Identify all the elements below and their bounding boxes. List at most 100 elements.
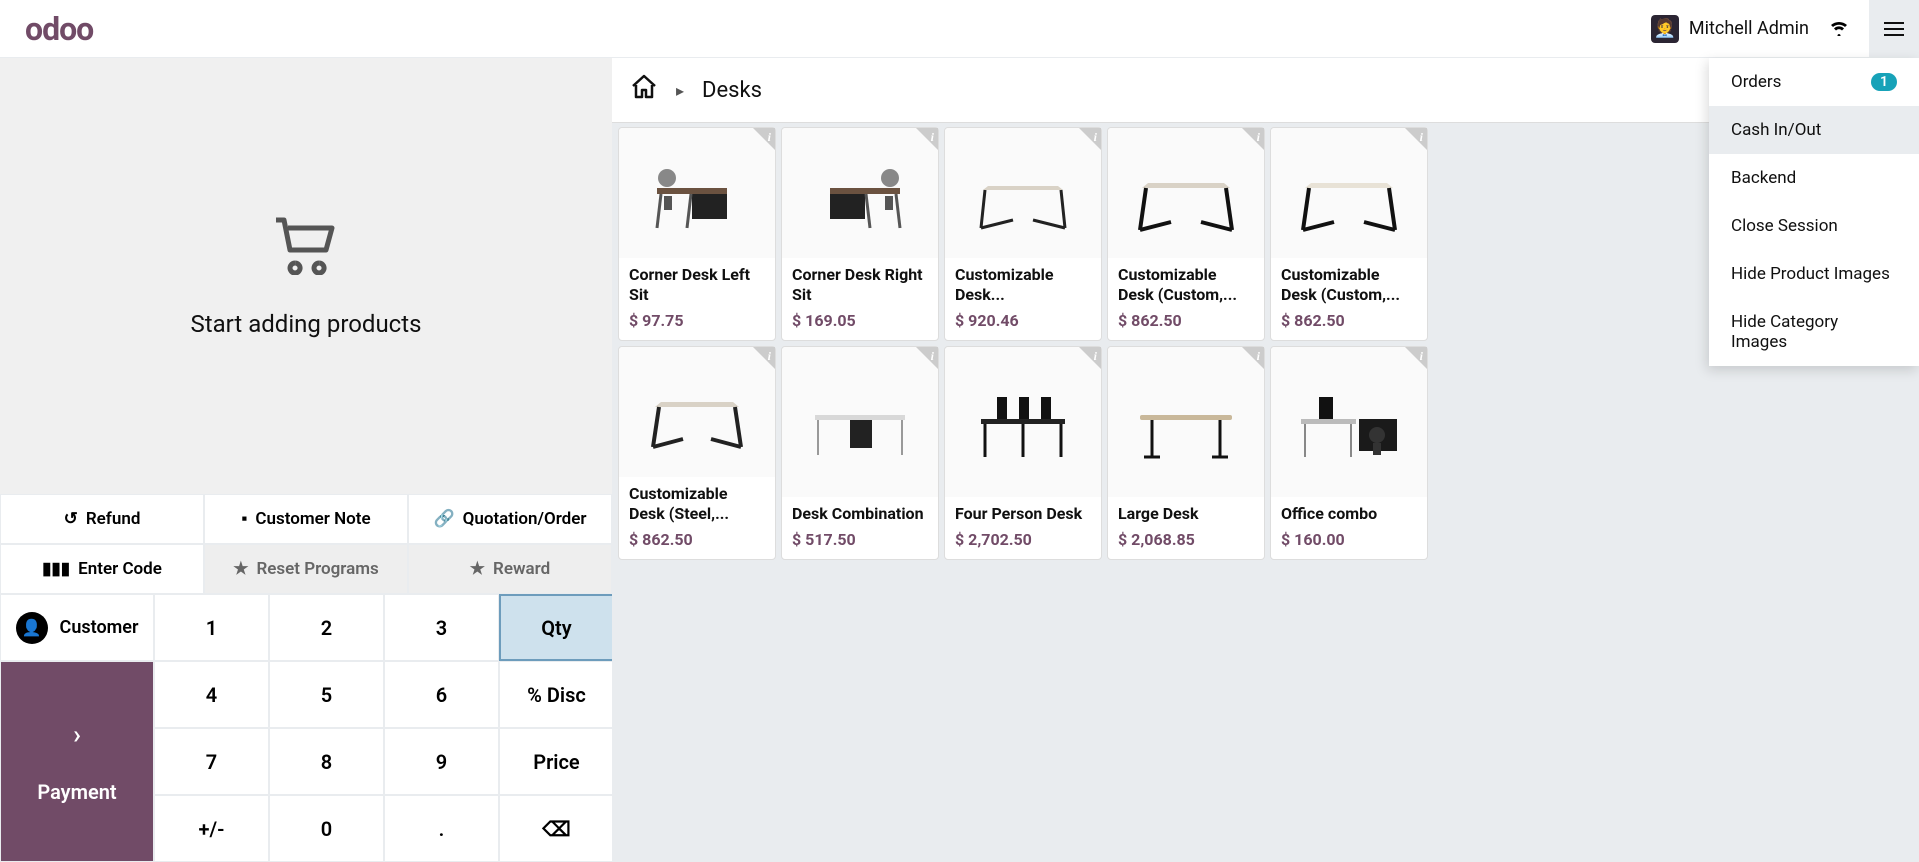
product-image — [1271, 128, 1427, 258]
product-name: Corner Desk Right Sit — [792, 265, 928, 305]
info-corner[interactable] — [1242, 128, 1264, 150]
product-card[interactable]: i Customizable Desk (Custom,... $ 862.50 — [1270, 127, 1428, 341]
product-card[interactable]: iCorner Desk Left Sit$ 97.75 — [618, 127, 776, 341]
star-icon: ★ — [470, 559, 485, 579]
payment-button[interactable]: › Payment — [0, 661, 154, 862]
numpad-5[interactable]: 5 — [269, 661, 384, 728]
menu-orders[interactable]: Orders 1 — [1709, 58, 1919, 106]
user-icon: 👤 — [16, 612, 48, 644]
product-price: $ 160.00 — [1281, 530, 1417, 549]
numpad-0[interactable]: 0 — [269, 795, 384, 862]
action-row-2: ▮▮▮Enter Code ★Reset Programs ★Reward — [0, 544, 612, 594]
menu-hide-product-images[interactable]: Hide Product Images — [1709, 250, 1919, 298]
disc-button[interactable]: % Disc — [499, 661, 614, 728]
link-icon: 🔗 — [433, 509, 454, 529]
info-icon[interactable]: i — [931, 130, 934, 145]
breadcrumb-category[interactable]: Desks — [702, 78, 762, 103]
info-icon[interactable]: i — [1257, 130, 1260, 145]
info-icon[interactable]: i — [1094, 349, 1097, 364]
product-image — [945, 128, 1101, 258]
info-icon[interactable]: i — [768, 130, 771, 145]
product-name: Corner Desk Left Sit — [629, 265, 765, 305]
numpad-dot[interactable]: . — [384, 795, 499, 862]
info-corner[interactable] — [1079, 128, 1101, 150]
product-card[interactable]: iOffice combo$ 160.00 — [1270, 346, 1428, 560]
numpad-3[interactable]: 3 — [384, 594, 499, 661]
reset-programs-button[interactable]: ★Reset Programs — [204, 544, 408, 594]
info-corner[interactable] — [753, 347, 775, 369]
home-icon[interactable] — [630, 74, 658, 107]
numeric-grid: 👤Customer 1 2 3 Qty › Payment 4 5 6 % Di… — [0, 594, 612, 862]
product-image — [782, 347, 938, 497]
info-icon[interactable]: i — [1420, 130, 1423, 145]
product-name: Customizable Desk (Steel,... — [629, 484, 765, 524]
info-corner[interactable] — [916, 128, 938, 150]
product-name: Desk Combination — [792, 504, 928, 524]
backspace-icon: ⌫ — [542, 817, 570, 841]
info-icon[interactable]: i — [1094, 130, 1097, 145]
product-card[interactable]: iDesk Combination$ 517.50 — [781, 346, 939, 560]
chevron-right-icon: › — [73, 720, 81, 750]
product-card[interactable]: i Customizable Desk... $ 920.46 — [944, 127, 1102, 341]
customer-note-button[interactable]: ▪Customer Note — [204, 494, 408, 544]
avatar: 🧑‍💼 — [1651, 15, 1679, 43]
numpad-2[interactable]: 2 — [269, 594, 384, 661]
info-icon[interactable]: i — [931, 349, 934, 364]
menu-close-session[interactable]: Close Session — [1709, 202, 1919, 250]
info-corner[interactable] — [753, 128, 775, 150]
product-image — [782, 128, 938, 258]
info-corner[interactable] — [1405, 347, 1427, 369]
numpad-9[interactable]: 9 — [384, 728, 499, 795]
product-card[interactable]: iFour Person Desk$ 2,702.50 — [944, 346, 1102, 560]
product-image — [619, 347, 775, 477]
product-price: $ 920.46 — [955, 311, 1091, 330]
product-image — [619, 128, 775, 258]
backspace-button[interactable]: ⌫ — [499, 795, 614, 862]
cart-icon — [271, 215, 341, 290]
product-price: $ 862.50 — [1281, 311, 1417, 330]
numpad-7[interactable]: 7 — [154, 728, 269, 795]
refund-button[interactable]: ↺Refund — [0, 494, 204, 544]
info-icon[interactable]: i — [768, 349, 771, 364]
info-corner[interactable] — [916, 347, 938, 369]
product-card[interactable]: iLarge Desk$ 2,068.85 — [1107, 346, 1265, 560]
product-price: $ 862.50 — [629, 530, 765, 549]
product-image — [945, 347, 1101, 497]
quotation-button[interactable]: 🔗Quotation/Order — [408, 494, 612, 544]
customer-button[interactable]: 👤Customer — [0, 594, 154, 661]
numpad-6[interactable]: 6 — [384, 661, 499, 728]
product-name: Customizable Desk... — [955, 265, 1091, 305]
wifi-icon[interactable] — [1827, 16, 1851, 41]
qty-button[interactable]: Qty — [499, 594, 614, 661]
numpad-8[interactable]: 8 — [269, 728, 384, 795]
hamburger-menu-button[interactable] — [1869, 0, 1919, 58]
product-name: Customizable Desk (Custom,... — [1281, 265, 1417, 305]
reward-button[interactable]: ★Reward — [408, 544, 612, 594]
info-corner[interactable] — [1405, 128, 1427, 150]
menu-cash-in-out[interactable]: Cash In/Out — [1709, 106, 1919, 154]
user-button[interactable]: 🧑‍💼 Mitchell Admin — [1651, 15, 1809, 43]
numpad-1[interactable]: 1 — [154, 594, 269, 661]
menu-backend[interactable]: Backend — [1709, 154, 1919, 202]
info-icon[interactable]: i — [1257, 349, 1260, 364]
hamburger-dropdown: Orders 1 Cash In/Out Backend Close Sessi… — [1709, 58, 1919, 366]
plusminus-button[interactable]: +/- — [154, 795, 269, 862]
product-card[interactable]: i Customizable Desk (Steel,... $ 862.50 — [618, 346, 776, 560]
product-image — [1108, 347, 1264, 497]
header: odoo 🧑‍💼 Mitchell Admin — [0, 0, 1919, 58]
user-name: Mitchell Admin — [1689, 18, 1809, 39]
info-icon[interactable]: i — [1420, 349, 1423, 364]
star-icon: ★ — [233, 559, 248, 579]
product-card[interactable]: iCorner Desk Right Sit$ 169.05 — [781, 127, 939, 341]
price-button[interactable]: Price — [499, 728, 614, 795]
logo[interactable]: odoo — [25, 10, 93, 48]
product-card[interactable]: iCustomizable Desk (Custom,...$ 862.50 — [1107, 127, 1265, 341]
cart-empty-text: Start adding products — [191, 310, 422, 338]
menu-hide-category-images[interactable]: Hide Category Images — [1709, 298, 1919, 366]
info-corner[interactable] — [1079, 347, 1101, 369]
numpad-4[interactable]: 4 — [154, 661, 269, 728]
info-corner[interactable] — [1242, 347, 1264, 369]
breadcrumb-separator: ▸ — [676, 81, 684, 100]
enter-code-button[interactable]: ▮▮▮Enter Code — [0, 544, 204, 594]
product-image — [1108, 128, 1264, 258]
